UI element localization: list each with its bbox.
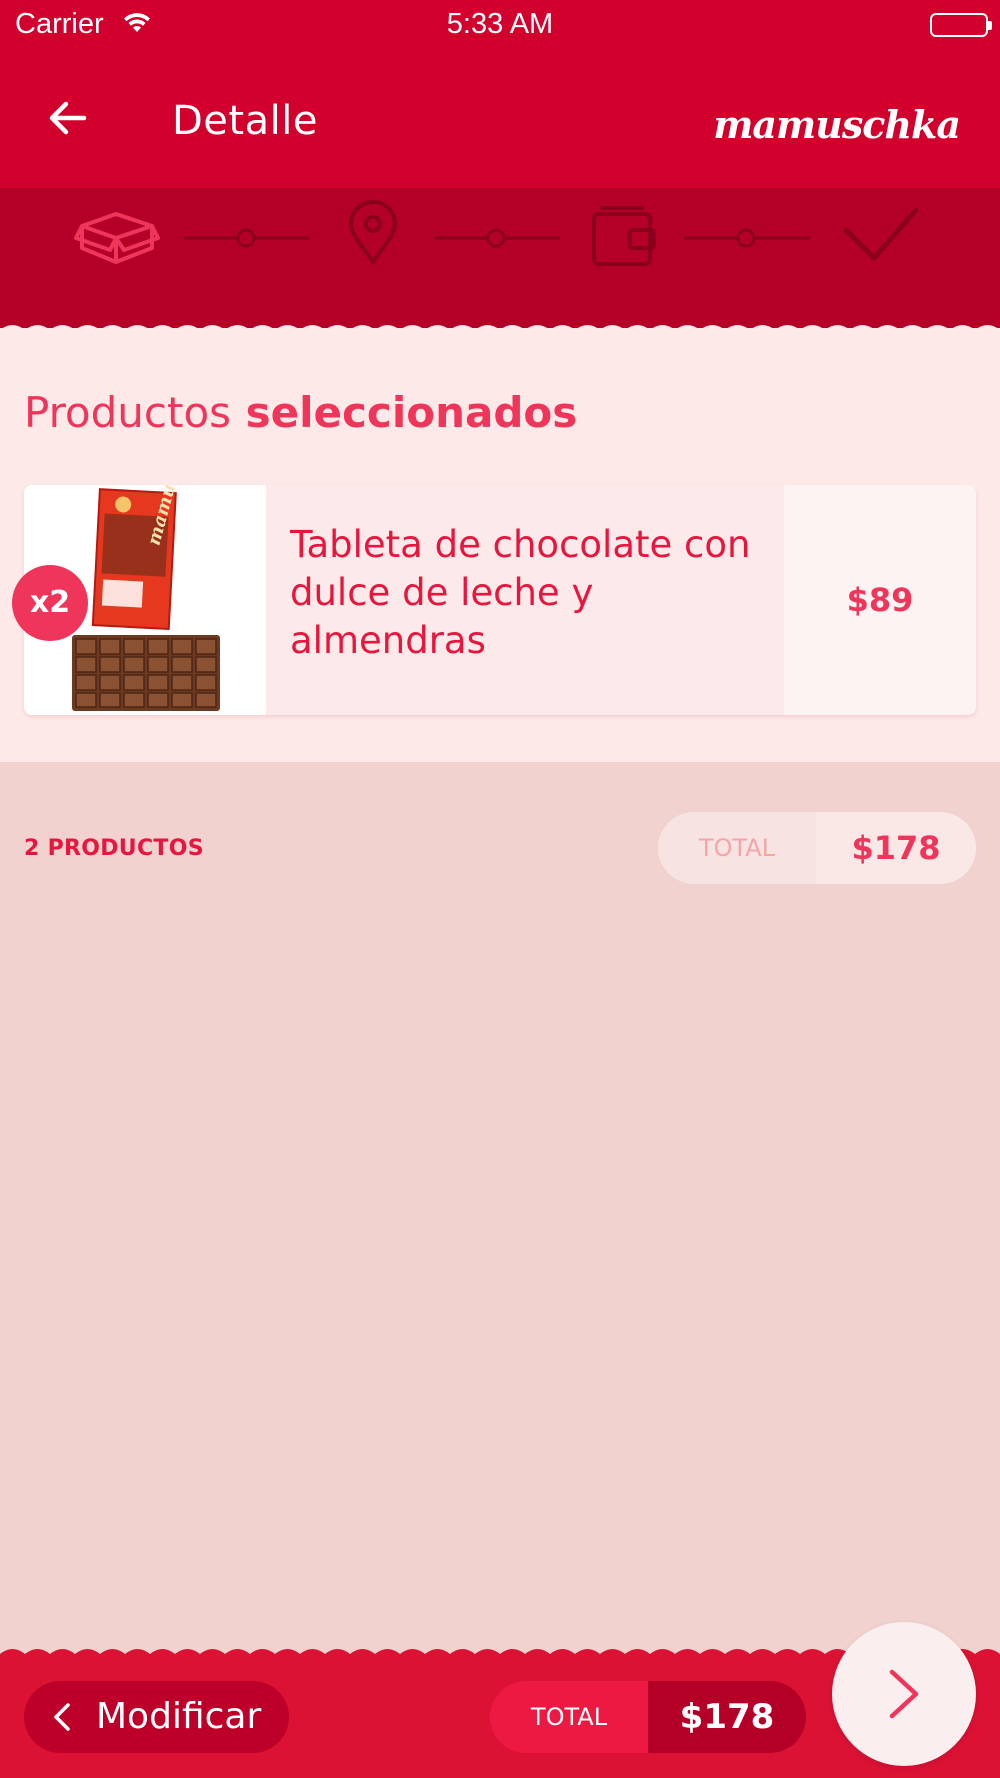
location-pin-icon [348, 200, 398, 266]
box-icon [74, 212, 160, 264]
nav-bar: Detalle mamuschka [0, 50, 1000, 188]
product-card[interactable]: mamuschka Tableta de chocolate con dulce… [24, 485, 976, 715]
product-name: Tableta de chocolate con dulce de leche … [290, 523, 751, 662]
checkmark-icon [843, 207, 919, 261]
step-connector [434, 228, 560, 248]
footer-total: TOTAL $178 [490, 1681, 806, 1753]
product-description: Tableta de chocolate con dulce de leche … [266, 485, 784, 715]
selected-products-section: Productos seleccionados mamuschka Tablet… [0, 328, 1000, 762]
modify-button-label: Modificar [96, 1696, 262, 1737]
modify-button[interactable]: Modificar [24, 1681, 289, 1753]
step-connector [684, 228, 810, 248]
section-title: Productos seleccionados [24, 388, 577, 437]
battery-icon [930, 13, 992, 37]
summary-total-value: $178 [816, 812, 976, 884]
summary-total: TOTAL $178 [658, 812, 976, 884]
section-title-light: Productos [24, 388, 232, 437]
wallet-icon [592, 206, 656, 266]
product-price: $89 [784, 485, 976, 715]
quantity-badge: x2 [12, 565, 88, 641]
summary-total-label: TOTAL [698, 834, 776, 862]
chevron-right-icon [889, 1669, 919, 1719]
status-bar: Carrier 5:33 AM [0, 0, 1000, 50]
section-title-bold: seleccionados [245, 388, 578, 437]
next-button[interactable] [832, 1622, 976, 1766]
product-count: 2 PRODUCTOS [24, 836, 204, 861]
page-title: Detalle [172, 98, 318, 144]
brand-logo: mamuschka [713, 102, 961, 147]
clock: 5:33 AM [446, 8, 554, 40]
wave-divider [0, 325, 1000, 340]
chevron-left-icon [50, 1701, 74, 1737]
arrow-left-icon [49, 101, 87, 135]
checkout-stepper [0, 188, 1000, 328]
footer-total-label: TOTAL [490, 1681, 648, 1753]
step-connector [184, 228, 310, 248]
footer-total-value: $178 [648, 1681, 806, 1753]
back-button[interactable] [44, 94, 92, 142]
